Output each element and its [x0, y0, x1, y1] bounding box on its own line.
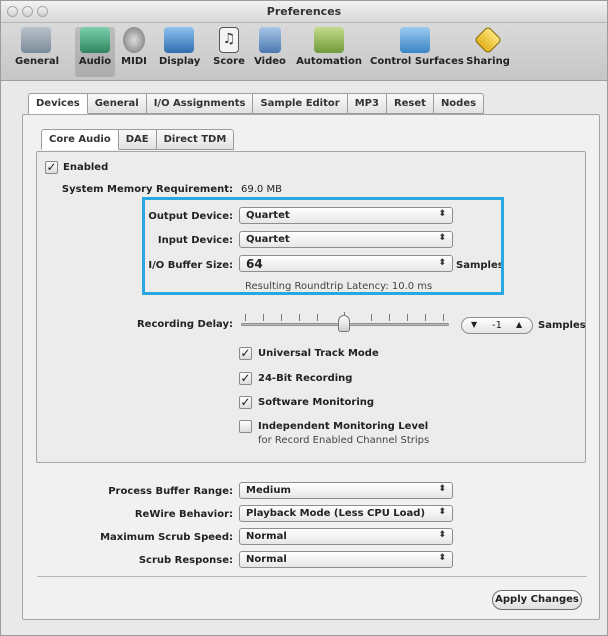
scrub-response-value: Normal — [246, 554, 287, 565]
universal-track-mode-checkbox[interactable]: ✓ — [239, 347, 252, 360]
video-icon — [259, 27, 281, 53]
rewire-behavior-popup[interactable]: Playback Mode (Less CPU Load) ⬍ — [239, 505, 453, 522]
tab-core-audio[interactable]: Core Audio — [41, 129, 119, 150]
toolbar-label: General — [15, 56, 59, 67]
tab-direct-tdm[interactable]: Direct TDM — [156, 129, 235, 150]
toolbar-label: Audio — [78, 56, 112, 67]
tab-sample-editor[interactable]: Sample Editor — [253, 93, 348, 114]
slider-tick — [443, 314, 444, 321]
slider-tick — [389, 314, 390, 321]
enabled-label: Enabled — [63, 162, 109, 173]
sharing-icon — [473, 25, 503, 55]
automation-icon — [314, 27, 344, 53]
maximum-scrub-speed-label: Maximum Scrub Speed: — [100, 532, 233, 543]
tab-devices[interactable]: Devices — [28, 93, 88, 114]
window-title: Preferences — [266, 5, 342, 18]
display-icon — [164, 27, 194, 53]
slider-tick — [245, 314, 246, 321]
recording-delay-stepper[interactable]: ▼ -1 ▲ — [461, 317, 533, 334]
recording-delay-value: -1 — [492, 320, 502, 331]
process-buffer-range-label: Process Buffer Range: — [108, 486, 233, 497]
audio-icon — [80, 27, 110, 53]
toolbar-score[interactable]: ♫ Score — [211, 27, 247, 67]
increment-arrow-icon[interactable]: ▲ — [516, 320, 522, 329]
toolbar-automation[interactable]: Automation — [296, 27, 362, 67]
software-monitoring-label: Software Monitoring — [258, 397, 375, 408]
recording-delay-slider-knob[interactable] — [338, 315, 350, 332]
toolbar-audio[interactable]: Audio — [75, 27, 115, 77]
enabled-checkbox[interactable]: ✓ — [45, 161, 58, 174]
independent-monitoring-sublabel: for Record Enabled Channel Strips — [258, 435, 430, 446]
system-memory-value: 69.0 MB — [241, 184, 282, 195]
control-surfaces-icon — [400, 27, 430, 53]
popup-arrows-icon: ⬍ — [438, 553, 446, 563]
rewire-behavior-label: ReWire Behavior: — [134, 509, 233, 520]
slider-tick — [371, 314, 372, 321]
universal-track-mode-label: Universal Track Mode — [258, 348, 379, 359]
scrub-response-popup[interactable]: Normal ⬍ — [239, 551, 453, 568]
title-bar: Preferences — [1, 1, 607, 23]
slider-tick — [263, 314, 264, 321]
recording-delay-label: Recording Delay: — [136, 319, 233, 330]
process-buffer-range-value: Medium — [246, 485, 291, 496]
tab-nodes[interactable]: Nodes — [433, 93, 485, 114]
apply-changes-button[interactable]: Apply Changes — [492, 590, 582, 610]
toolbar-label: Automation — [296, 56, 362, 67]
device-settings-highlight — [142, 197, 504, 295]
rewire-behavior-value: Playback Mode (Less CPU Load) — [246, 508, 426, 519]
popup-arrows-icon: ⬍ — [438, 484, 446, 494]
switch-icon — [21, 27, 51, 53]
toolbar-display[interactable]: Display — [159, 27, 201, 67]
toolbar-label: Display — [159, 56, 201, 67]
slider-tick — [299, 314, 300, 321]
popup-arrows-icon: ⬍ — [438, 530, 446, 540]
preferences-toolbar: General Audio MIDI Display ♫ Score Video… — [1, 23, 607, 81]
toolbar-label: Score — [213, 56, 245, 67]
slider-tick — [281, 314, 282, 321]
slider-tick — [407, 314, 408, 321]
toolbar-video[interactable]: Video — [252, 27, 288, 67]
24-bit-recording-checkbox[interactable]: ✓ — [239, 372, 252, 385]
toolbar-general[interactable]: General — [15, 27, 59, 67]
decrement-arrow-icon[interactable]: ▼ — [471, 320, 477, 329]
popup-arrows-icon: ⬍ — [438, 507, 446, 517]
maximum-scrub-speed-value: Normal — [246, 531, 287, 542]
tab-io-assignments[interactable]: I/O Assignments — [146, 93, 254, 114]
divider — [37, 576, 587, 577]
independent-monitoring-label: Independent Monitoring Level — [258, 421, 429, 432]
24-bit-recording-label: 24-Bit Recording — [258, 373, 353, 384]
independent-monitoring-checkbox[interactable] — [239, 420, 252, 433]
software-monitoring-checkbox[interactable]: ✓ — [239, 396, 252, 409]
tab-mp3[interactable]: MP3 — [347, 93, 387, 114]
toolbar-control-surfaces[interactable]: Control Surfaces — [370, 27, 464, 67]
toolbar-label: MIDI — [121, 56, 147, 67]
system-memory-label: System Memory Requirement: — [61, 184, 233, 195]
process-buffer-range-popup[interactable]: Medium ⬍ — [239, 482, 453, 499]
preferences-tabs: Devices General I/O Assignments Sample E… — [28, 93, 485, 115]
driver-tabs: Core Audio DAE Direct TDM — [41, 129, 235, 151]
tab-general[interactable]: General — [87, 93, 147, 114]
maximum-scrub-speed-popup[interactable]: Normal ⬍ — [239, 528, 453, 545]
scrub-response-label: Scrub Response: — [138, 555, 233, 566]
toolbar-midi[interactable]: MIDI — [119, 27, 149, 67]
tab-dae[interactable]: DAE — [118, 129, 157, 150]
toolbar-label: Control Surfaces — [370, 56, 464, 67]
slider-tick — [425, 314, 426, 321]
toolbar-label: Video — [254, 56, 286, 67]
recording-delay-unit: Samples — [538, 320, 586, 331]
preferences-window: Preferences General Audio MIDI Display ♫… — [0, 0, 608, 636]
midi-icon — [123, 27, 145, 53]
tab-reset[interactable]: Reset — [386, 93, 434, 114]
score-icon: ♫ — [219, 27, 239, 53]
toolbar-label: Sharing — [466, 56, 510, 67]
toolbar-sharing[interactable]: Sharing — [466, 25, 510, 67]
slider-tick — [317, 314, 318, 321]
